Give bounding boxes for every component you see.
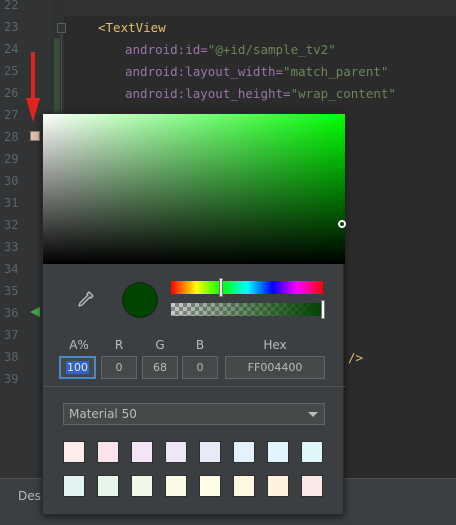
code-line-23[interactable]: <TextView xyxy=(98,20,166,35)
red-label: R xyxy=(114,338,124,352)
code-line-38[interactable]: /> xyxy=(348,350,363,365)
hue-slider-thumb[interactable] xyxy=(219,278,224,297)
change-marker xyxy=(54,38,60,118)
alpha-field[interactable]: 100 xyxy=(59,356,96,379)
green-field[interactable]: 68 xyxy=(142,356,178,379)
palette-swatch[interactable] xyxy=(267,441,289,463)
palette-dropdown-label: Material 50 xyxy=(69,407,137,421)
color-preview xyxy=(122,282,158,318)
palette-swatch[interactable] xyxy=(131,441,153,463)
code-line-25[interactable]: android:layout_width="match_parent" xyxy=(125,64,388,79)
alpha-slider-thumb[interactable] xyxy=(321,300,325,319)
line-number: 23 xyxy=(4,20,19,34)
fold-toggle-icon[interactable] xyxy=(57,23,66,33)
hex-field[interactable]: FF004400 xyxy=(225,356,325,379)
palette-swatch[interactable] xyxy=(63,475,85,497)
alpha-slider[interactable] xyxy=(171,303,323,316)
code-line-26[interactable]: android:layout_height="wrap_content" xyxy=(125,86,396,101)
palette-swatch[interactable] xyxy=(301,441,323,463)
line-number: 24 xyxy=(4,42,19,56)
line-number: 32 xyxy=(4,218,19,232)
line-number: 36 xyxy=(4,306,19,320)
palette-dropdown[interactable]: Material 50 xyxy=(63,403,325,425)
line-number: 25 xyxy=(4,64,19,78)
palette-swatch[interactable] xyxy=(267,475,289,497)
line-number: 39 xyxy=(4,372,19,386)
palette-swatch[interactable] xyxy=(131,475,153,497)
palette-swatch[interactable] xyxy=(233,441,255,463)
color-picker-popup: A% R G B Hex 100 0 68 0 FF004400 Materia… xyxy=(42,113,346,515)
line-number: 37 xyxy=(4,328,19,342)
blue-label: B xyxy=(195,338,205,352)
saturation-brightness-area[interactable] xyxy=(43,114,345,264)
palette-swatch[interactable] xyxy=(63,441,85,463)
chevron-down-icon xyxy=(308,412,318,417)
line-number: 28 xyxy=(4,130,19,144)
code-line-24[interactable]: android:id="@+id/sample_tv2" xyxy=(125,42,336,57)
line-number: 31 xyxy=(4,196,19,210)
palette-swatch[interactable] xyxy=(165,441,187,463)
divider xyxy=(43,386,345,387)
line-number: 27 xyxy=(4,108,19,122)
blue-field[interactable]: 0 xyxy=(182,356,218,379)
line-number: 26 xyxy=(4,86,19,100)
hex-label: Hex xyxy=(263,338,287,352)
alpha-label: A% xyxy=(69,338,89,352)
line-number: 38 xyxy=(4,350,19,364)
line-number: 34 xyxy=(4,262,19,276)
palette-swatch[interactable] xyxy=(199,441,221,463)
gutter-color-swatch[interactable] xyxy=(30,131,40,141)
line-number: 30 xyxy=(4,174,19,188)
line-number: 22 xyxy=(4,0,19,12)
palette-swatch[interactable] xyxy=(233,475,255,497)
line-number: 35 xyxy=(4,284,19,298)
green-label: G xyxy=(155,338,165,352)
palette-swatch[interactable] xyxy=(199,475,221,497)
red-field[interactable]: 0 xyxy=(101,356,137,379)
palette-swatch[interactable] xyxy=(165,475,187,497)
line-number: 33 xyxy=(4,240,19,254)
caret-line-highlight xyxy=(0,0,456,16)
red-arrow-annotation xyxy=(26,52,40,122)
palette-swatch[interactable] xyxy=(97,441,119,463)
saturation-handle[interactable] xyxy=(338,220,346,228)
eyedropper-icon[interactable] xyxy=(77,290,95,308)
line-number: 29 xyxy=(4,152,19,166)
palette-swatch[interactable] xyxy=(301,475,323,497)
hue-slider[interactable] xyxy=(171,281,323,294)
palette-swatch[interactable] xyxy=(97,475,119,497)
tab-design[interactable]: Desi xyxy=(10,485,44,507)
